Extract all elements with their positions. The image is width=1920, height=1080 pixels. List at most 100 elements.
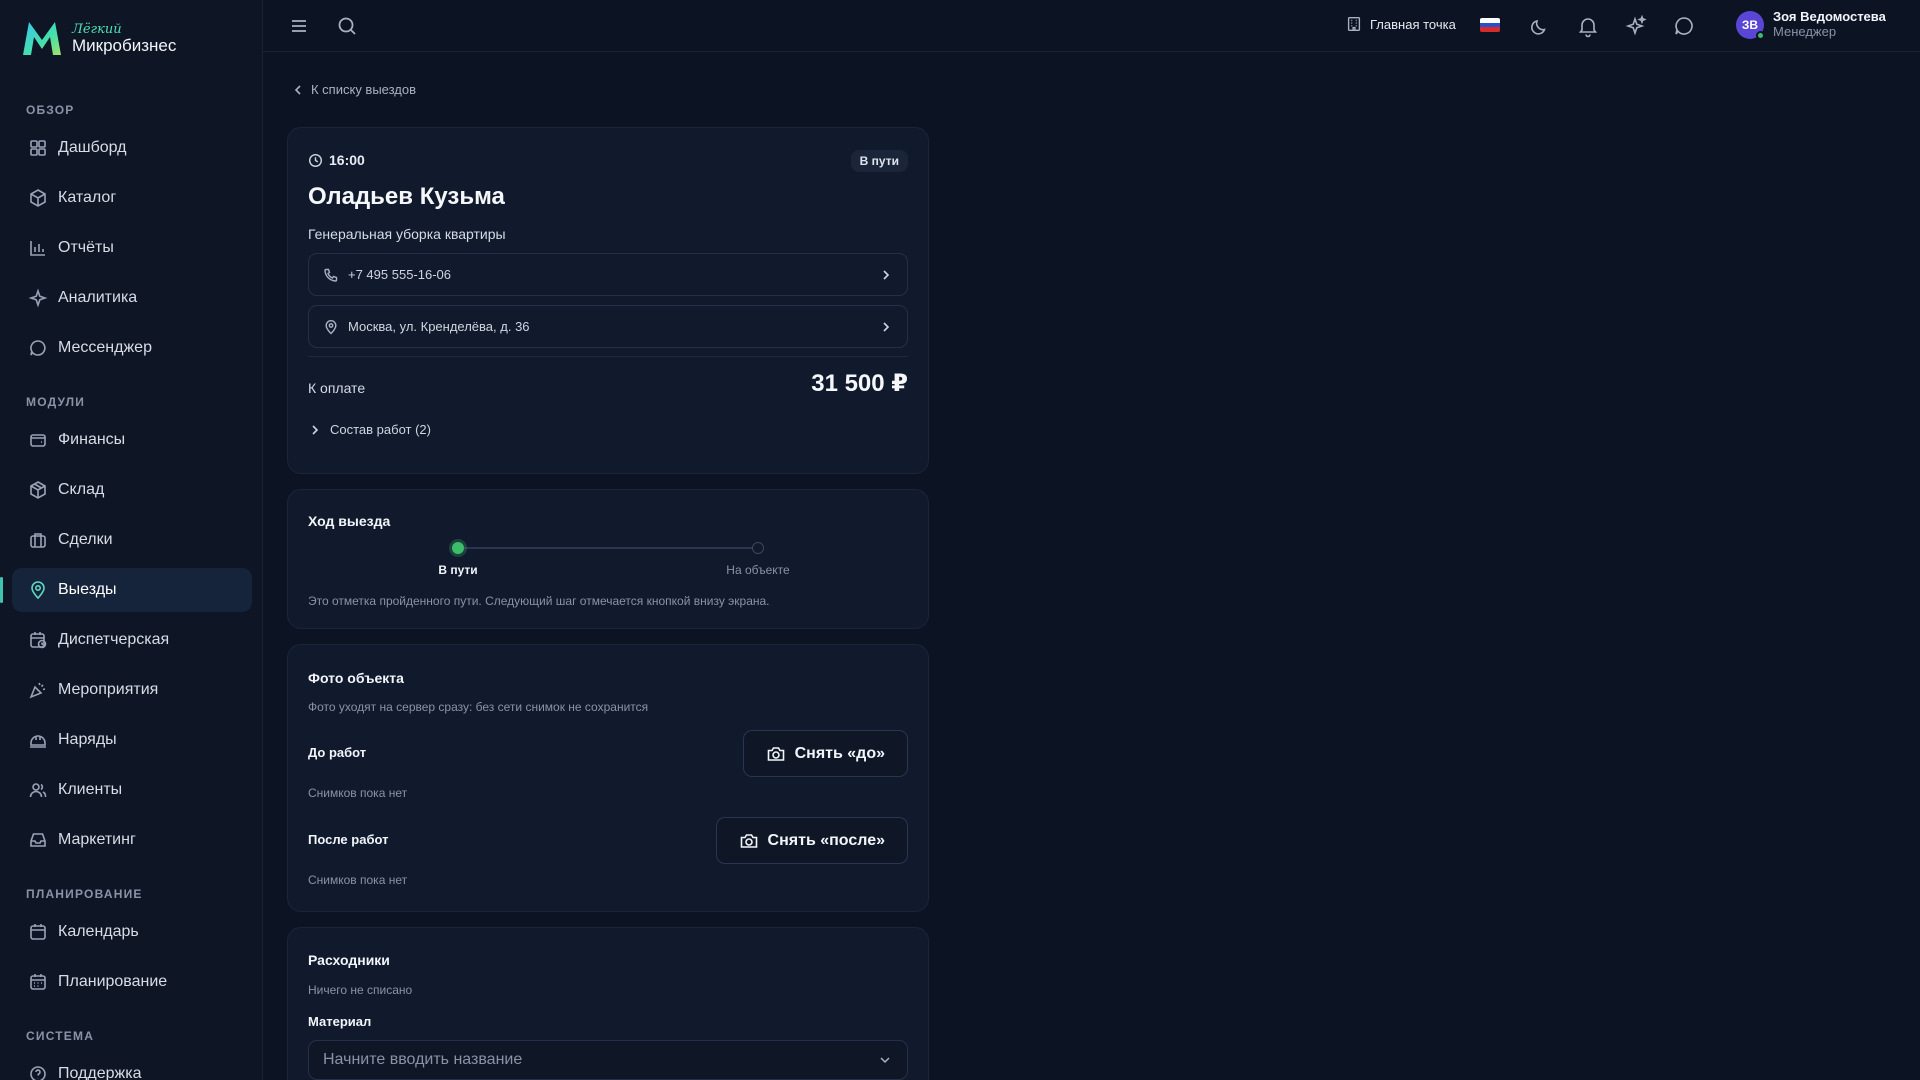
- user-name: Зоя Ведомостева: [1773, 9, 1886, 24]
- chevron-right-icon: [312, 424, 319, 435]
- sidebar-item-reports[interactable]: Отчёты: [12, 226, 252, 270]
- phone-call-button[interactable]: +7 495 555-16-06: [308, 253, 908, 296]
- menu-toggle-button[interactable]: [287, 14, 311, 38]
- map-pin-icon: [31, 581, 45, 600]
- theme-toggle-button[interactable]: [1528, 14, 1552, 38]
- sidebar-item-label: Клиенты: [58, 781, 123, 798]
- calendar-grid-icon: [30, 974, 46, 990]
- take-after-photo-button[interactable]: Снять «после»: [715, 817, 908, 864]
- brand-name: Микробизнес: [72, 35, 177, 55]
- section-label-modules: Модули: [26, 395, 86, 409]
- user-role: Менеджер: [1773, 23, 1837, 39]
- calendar-icon: [30, 924, 46, 940]
- section-label-system: Система: [26, 1029, 95, 1043]
- catalog-icon: [30, 189, 46, 207]
- topbar: Главная точка ЗВ Зоя Ведомостева Менедже…: [263, 0, 1920, 52]
- sidebar-item-label: Отчёты: [58, 239, 114, 256]
- sidebar-item-label: Планирование: [58, 973, 168, 990]
- material-select-placeholder: Начните вводить название: [323, 1051, 523, 1068]
- payment-label: К оплате: [308, 380, 366, 396]
- clock-icon: [308, 153, 323, 167]
- app-logo[interactable]: Лёгкий Микробизнес: [20, 18, 176, 58]
- after-empty-text: Снимков пока нет: [308, 873, 408, 887]
- party-icon: [29, 682, 46, 699]
- bell-icon: [1578, 18, 1598, 38]
- camera-icon: [740, 833, 757, 848]
- sidebar-item-label: Мероприятия: [58, 681, 159, 698]
- sidebar-item-label: Аналитика: [58, 289, 138, 306]
- user-menu[interactable]: ЗВ Зоя Ведомостева Менеджер: [1736, 9, 1886, 40]
- sidebar-item-warehouse[interactable]: Склад: [12, 468, 252, 512]
- works-label: Состав работ (2): [330, 422, 431, 437]
- sidebar-item-clients[interactable]: Клиенты: [12, 768, 252, 812]
- phone-icon: [324, 268, 338, 282]
- search-button[interactable]: [335, 14, 359, 38]
- sidebar-item-dashboard[interactable]: Дашборд: [12, 126, 252, 170]
- back-to-visits-link[interactable]: К списку выездов: [291, 82, 416, 97]
- sidebar-item-label: Сделки: [58, 531, 113, 548]
- photos-title: Фото объекта: [308, 670, 404, 686]
- search-icon: [338, 17, 356, 35]
- step-label-en-route: В пути: [438, 563, 478, 577]
- sidebar-item-planning[interactable]: Планирование: [12, 960, 252, 1004]
- consumables-empty-text: Ничего не списано: [308, 983, 413, 997]
- sidebar-item-label: Выезды: [58, 581, 117, 598]
- chat-icon: [1675, 17, 1693, 35]
- address-button[interactable]: Москва, ул. Кренделёва, д. 36: [308, 305, 908, 348]
- box-icon: [30, 481, 46, 499]
- language-flag-ru[interactable]: [1480, 18, 1500, 32]
- sparkle-icon: [1625, 14, 1647, 36]
- sidebar-item-work-orders[interactable]: Наряды: [12, 718, 252, 762]
- avatar-initials: ЗВ: [1741, 17, 1759, 32]
- sidebar-item-marketing[interactable]: Маркетинг: [12, 818, 252, 862]
- take-after-label: Снять «после»: [767, 831, 885, 849]
- messages-button[interactable]: [1672, 14, 1696, 38]
- sidebar-item-label: Каталог: [58, 189, 117, 206]
- after-label: После работ: [308, 832, 389, 847]
- progress-hint: Это отметка пройденного пути. Следующий …: [308, 594, 770, 608]
- sidebar-item-calendar[interactable]: Календарь: [12, 910, 252, 954]
- step-dot-en-route: [452, 542, 464, 554]
- hamburger-icon: [292, 20, 306, 32]
- sidebar-item-catalog[interactable]: Каталог: [12, 176, 252, 220]
- users-icon: [29, 783, 47, 798]
- works-expand-toggle[interactable]: Состав работ (2): [308, 422, 431, 437]
- sidebar-item-label: Диспетчерская: [58, 631, 170, 648]
- sidebar-item-dispatch[interactable]: Диспетчерская: [12, 618, 252, 662]
- avatar: ЗВ: [1736, 10, 1765, 40]
- service-name: Генеральная уборка квартиры: [308, 226, 506, 242]
- hard-hat-icon: [30, 735, 46, 748]
- sidebar-item-deals[interactable]: Сделки: [12, 518, 252, 562]
- sidebar-item-analytics[interactable]: Аналитика: [12, 276, 252, 320]
- section-label-overview: Обзор: [26, 103, 75, 117]
- camera-icon: [767, 746, 784, 761]
- take-before-photo-button[interactable]: Снять «до»: [742, 730, 908, 777]
- step-label-on-site: На объекте: [726, 563, 790, 577]
- wallet-icon: [30, 434, 46, 447]
- online-status-dot: [1756, 30, 1765, 40]
- map-pin-icon: [325, 319, 337, 334]
- sidebar-item-label: Календарь: [58, 923, 139, 940]
- material-select[interactable]: Начните вводить название: [308, 1040, 908, 1080]
- sidebar-item-events[interactable]: Мероприятия: [12, 668, 252, 712]
- ai-assistant-button[interactable]: [1624, 14, 1648, 38]
- consumables-card: Расходники Ничего не списано Материал На…: [287, 927, 929, 1080]
- sidebar: Лёгкий Микробизнес Обзор Дашборд Каталог…: [0, 0, 263, 1080]
- dashboard-icon: [30, 140, 46, 156]
- progress-track: [458, 547, 758, 549]
- visit-summary-card: 16:00 В пути Оладьев Кузьма Генеральная …: [287, 127, 929, 474]
- sidebar-item-label: Финансы: [58, 431, 126, 448]
- sidebar-item-support[interactable]: Поддержка: [12, 1052, 252, 1080]
- active-indicator: [0, 577, 3, 603]
- branch-selector[interactable]: Главная точка: [1345, 15, 1456, 33]
- sidebar-item-label: Мессенджер: [58, 339, 152, 356]
- sidebar-item-messenger[interactable]: Мессенджер: [12, 326, 252, 370]
- sidebar-item-label: Маркетинг: [58, 831, 136, 848]
- chevron-left-icon: [294, 84, 301, 95]
- sidebar-item-visits[interactable]: Выезды: [12, 568, 252, 612]
- status-badge: В пути: [850, 150, 908, 172]
- help-icon: [30, 1066, 46, 1080]
- sidebar-item-finance[interactable]: Финансы: [12, 418, 252, 462]
- chevron-right-icon: [883, 321, 890, 332]
- notifications-button[interactable]: [1576, 14, 1600, 38]
